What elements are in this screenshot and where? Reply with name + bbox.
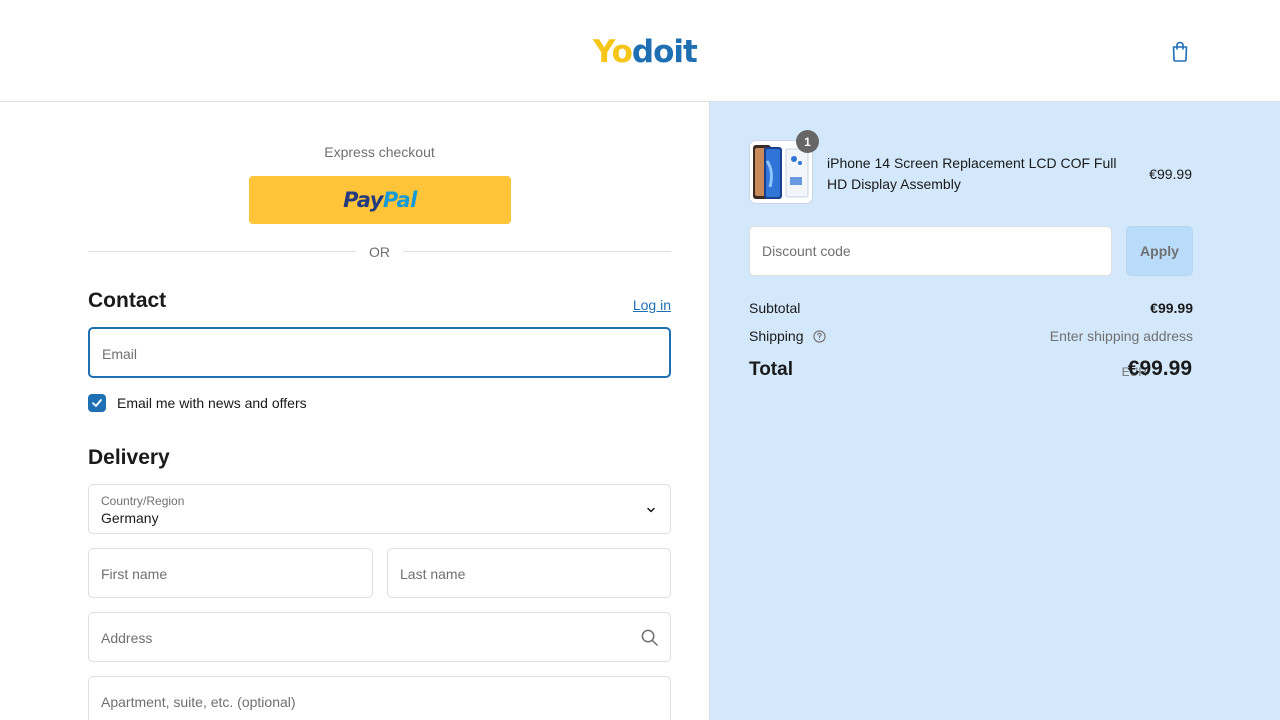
total-value: €99.99: [1127, 357, 1192, 380]
contact-title: Contact: [88, 289, 167, 312]
order-summary: 1 iPhone 14 Screen Replacement LCD COF F…: [709, 102, 1280, 720]
news-checkbox[interactable]: [88, 394, 106, 412]
search-icon[interactable]: [640, 628, 659, 647]
paypal-button[interactable]: Pay Pal: [249, 176, 511, 224]
country-select[interactable]: Country/Region Germany: [88, 484, 671, 534]
paypal-pal-text: Pal: [382, 188, 417, 212]
apartment-placeholder: Apartment, suite, etc. (optional): [101, 694, 296, 710]
login-link[interactable]: Log in: [633, 297, 671, 313]
subtotal-label: Subtotal: [749, 300, 801, 316]
discount-placeholder: Discount code: [762, 243, 851, 259]
apply-discount-button[interactable]: Apply: [1126, 226, 1193, 276]
logo-rest: doit: [631, 34, 698, 70]
logo-first: Yo: [593, 34, 633, 70]
check-icon: [92, 399, 102, 407]
first-name-placeholder: First name: [101, 566, 168, 582]
address-placeholder: Address: [101, 630, 153, 646]
last-name-field[interactable]: Last name: [387, 548, 671, 598]
shipping-row: Shipping Enter shipping address: [749, 328, 1193, 344]
shopping-bag-icon[interactable]: [1168, 39, 1192, 63]
address-field[interactable]: Address: [88, 612, 671, 662]
country-value: Germany: [101, 510, 159, 526]
news-checkbox-label: Email me with news and offers: [117, 395, 307, 411]
country-label: Country/Region: [101, 494, 185, 508]
or-divider: OR: [88, 243, 671, 261]
header: Yodoit: [0, 0, 1280, 102]
apartment-field[interactable]: Apartment, suite, etc. (optional): [88, 676, 671, 720]
chevron-down-icon: [647, 507, 655, 513]
product-price: €99.99: [1149, 166, 1192, 182]
checkout-form: Express checkout Pay Pal OR Contact Log i…: [0, 103, 709, 720]
or-text: OR: [369, 244, 390, 260]
divider-line-right: [403, 251, 671, 252]
total-label: Total: [749, 359, 793, 380]
subtotal-row: Subtotal €99.99: [749, 300, 1193, 316]
subtotal-value: €99.99: [1150, 300, 1193, 316]
express-checkout-label: Express checkout: [324, 144, 435, 160]
quantity-badge: 1: [796, 130, 819, 153]
store-logo[interactable]: Yodoit: [593, 34, 698, 70]
shipping-label: Shipping: [749, 328, 804, 344]
help-icon[interactable]: [813, 330, 827, 343]
last-name-placeholder: Last name: [400, 566, 466, 582]
first-name-field[interactable]: First name: [88, 548, 373, 598]
paypal-pay-text: Pay: [343, 188, 383, 212]
email-field[interactable]: Email: [88, 327, 671, 378]
product-name: iPhone 14 Screen Replacement LCD COF Ful…: [827, 155, 1117, 192]
delivery-title: Delivery: [88, 446, 170, 469]
news-opt-in: Email me with news and offers: [88, 393, 307, 413]
discount-code-field[interactable]: Discount code: [749, 226, 1112, 276]
shipping-value: Enter shipping address: [1049, 328, 1193, 344]
email-placeholder: Email: [102, 346, 138, 362]
